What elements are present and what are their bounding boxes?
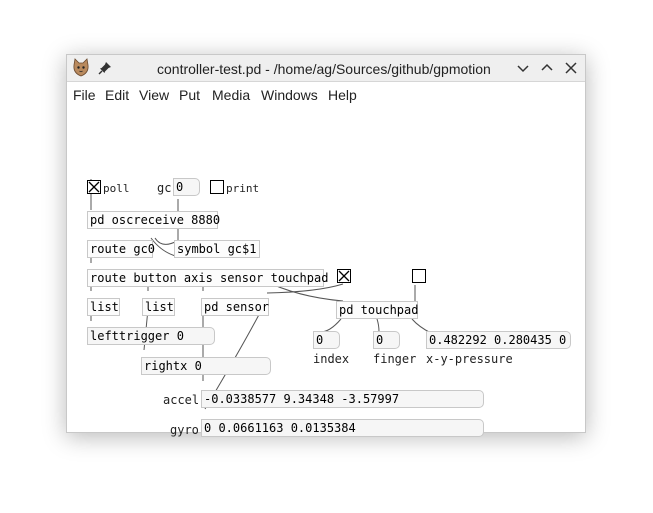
maximize-icon[interactable] — [539, 60, 555, 76]
pd-patch-window: controller-test.pd - /home/ag/Sources/gi… — [66, 54, 586, 437]
pd-sensor-object[interactable]: pd sensor — [201, 298, 269, 316]
poll-toggle[interactable] — [87, 180, 101, 194]
route-gc0-object[interactable]: route gc0 — [87, 240, 155, 258]
poll-label: poll — [103, 182, 130, 195]
touchpad-x-icon — [338, 270, 350, 282]
xyp-label: x-y-pressure — [426, 352, 513, 366]
accel-list-box[interactable]: -0.0338577 9.34348 -3.57997 — [201, 390, 484, 408]
window-title: controller-test.pd - /home/ag/Sources/gi… — [157, 61, 491, 77]
finger-label: finger — [373, 352, 417, 366]
xyp-list-box[interactable]: 0.482292 0.280435 0 — [426, 331, 571, 349]
menu-bar: File Edit View Put Media Windows Help — [67, 82, 585, 106]
menu-edit[interactable]: Edit — [105, 87, 129, 103]
accel-label: accel — [163, 393, 200, 407]
poll-x-icon — [88, 181, 100, 193]
close-icon[interactable] — [563, 60, 579, 76]
pd-app-icon — [73, 58, 89, 77]
print-toggle[interactable] — [210, 180, 224, 194]
gc-number-box[interactable]: 0 — [173, 178, 200, 196]
index-number-box[interactable]: 0 — [313, 331, 340, 349]
touchpad-toggle-1[interactable] — [337, 269, 351, 283]
gc-label: gc — [157, 181, 172, 195]
menu-media[interactable]: Media — [212, 87, 250, 103]
gyro-label: gyro — [170, 423, 199, 437]
index-label: index — [313, 352, 350, 366]
menu-view[interactable]: View — [139, 87, 169, 103]
touchpad-toggle-2[interactable] — [412, 269, 426, 283]
list-object-1[interactable]: list — [87, 298, 120, 316]
route-main-object[interactable]: route button axis sensor touchpad — [87, 269, 328, 287]
pin-icon[interactable] — [97, 60, 113, 76]
menu-file[interactable]: File — [73, 87, 96, 103]
minimize-icon[interactable] — [515, 60, 531, 76]
list-object-2[interactable]: list — [142, 298, 175, 316]
pd-oscreceive-object[interactable]: pd oscreceive 8880 — [87, 211, 220, 229]
menu-windows[interactable]: Windows — [261, 87, 318, 103]
rightx-number-box[interactable]: rightx 0 — [141, 357, 271, 375]
finger-number-box[interactable]: 0 — [373, 331, 400, 349]
patch-canvas[interactable]: poll gc 0 print pd oscreceive 8880 route… — [67, 107, 585, 437]
lefttrigger-number-box[interactable]: lefttrigger 0 — [87, 327, 215, 345]
gyro-list-box[interactable]: 0 0.0661163 0.0135384 — [201, 419, 484, 437]
title-bar[interactable]: controller-test.pd - /home/ag/Sources/gi… — [67, 55, 585, 82]
menu-put[interactable]: Put — [179, 87, 200, 103]
symbol-gc-message[interactable]: symbol gc$1 — [174, 240, 260, 258]
pd-touchpad-object[interactable]: pd touchpad — [336, 301, 418, 319]
print-label: print — [226, 182, 260, 195]
menu-help[interactable]: Help — [328, 87, 357, 103]
